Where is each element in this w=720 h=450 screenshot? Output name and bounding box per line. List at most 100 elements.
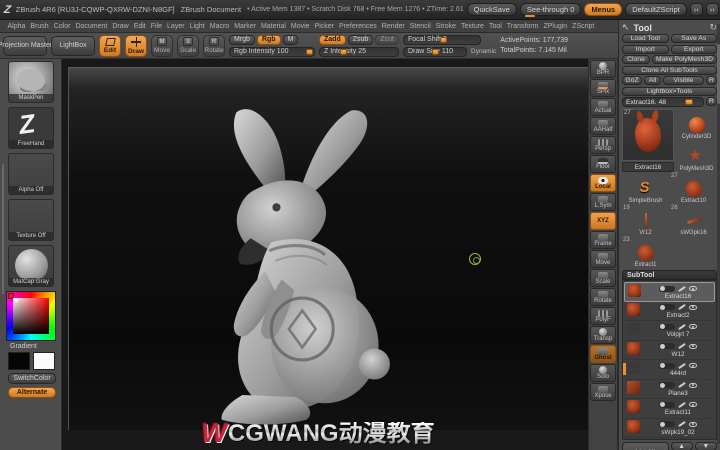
right-shelf-button[interactable]: Xpose: [590, 383, 616, 401]
subtool-thumbnail[interactable]: [627, 380, 640, 394]
menu-item[interactable]: Preferences: [337, 23, 380, 30]
right-shelf-button[interactable]: L.Sym: [590, 193, 616, 211]
move-mode-button[interactable]: M Move: [151, 34, 173, 57]
menu-item[interactable]: Draw: [110, 23, 131, 30]
scale-mode-button[interactable]: S Scale: [177, 34, 199, 57]
eye-icon[interactable]: [689, 324, 697, 329]
goz-button[interactable]: GoZ: [622, 76, 642, 85]
clone-button[interactable]: Clone: [622, 55, 650, 64]
m-button[interactable]: M: [282, 34, 299, 45]
menu-item[interactable]: Picker: [312, 23, 336, 30]
zbrush-document[interactable]: [68, 67, 588, 430]
right-shelf-button[interactable]: PolyF: [590, 307, 616, 325]
visibility-toggle[interactable]: [659, 323, 675, 330]
polypaint-brush-icon[interactable]: [678, 362, 686, 369]
zscript-next-button[interactable]: ››: [705, 3, 719, 16]
subtool-thumbnail[interactable]: [627, 419, 640, 433]
rgb-intensity-slider[interactable]: Rgb Intensity 100: [229, 46, 315, 57]
slider-handle[interactable]: [440, 36, 447, 43]
menu-item[interactable]: ZScript: [570, 23, 597, 30]
slider-handle[interactable]: [432, 48, 439, 55]
dynamic-label[interactable]: Dynamic: [471, 48, 496, 55]
edit-mode-button[interactable]: Edit: [99, 34, 121, 57]
eye-icon[interactable]: [689, 402, 697, 407]
mrgb-button[interactable]: Mrgb: [229, 34, 255, 45]
menu-item[interactable]: Marker: [232, 23, 259, 30]
active-tool-slider[interactable]: Extract16. 48: [622, 97, 704, 107]
make-polymesh3d-button[interactable]: Make PolyMesh3D: [652, 55, 717, 64]
default-zscript-button[interactable]: DefaultZScript: [625, 3, 687, 16]
draw-mode-button[interactable]: Draw: [125, 34, 147, 57]
menu-item[interactable]: Stencil: [407, 23, 433, 30]
tool-palette-item[interactable]: 26 sWGpk16: [670, 205, 717, 236]
rabbit-sculpt-model[interactable]: [169, 98, 419, 428]
tool-palette-item[interactable]: SimpleBrush: [622, 173, 669, 204]
subtool-thumbnail[interactable]: [627, 302, 640, 316]
menu-item[interactable]: Render: [379, 23, 407, 30]
document-canvas[interactable]: W CGWANG动漫教育: [62, 59, 588, 450]
menu-item[interactable]: ZPlugin: [541, 23, 570, 30]
subtool-thumbnail[interactable]: [627, 400, 640, 413]
eye-icon[interactable]: [689, 304, 697, 310]
rgb-button[interactable]: Rgb: [256, 34, 281, 45]
visibility-toggle[interactable]: [659, 304, 675, 310]
polypaint-brush-icon[interactable]: [678, 420, 686, 428]
right-shelf-button[interactable]: SPix: [590, 79, 616, 97]
clone-all-subtools-button[interactable]: Clone All SubTools: [622, 65, 717, 75]
menu-item[interactable]: File: [148, 23, 164, 30]
visibility-toggle[interactable]: [659, 343, 675, 349]
left-shelf-scrollbar[interactable]: [2, 164, 4, 294]
subtool-item[interactable]: 444rd: [623, 360, 715, 380]
right-shelf-button[interactable]: Scale: [590, 269, 616, 287]
select-down-button[interactable]: ▼: [694, 442, 717, 450]
goz-all-button[interactable]: All: [644, 76, 661, 85]
menu-item[interactable]: Alpha: [5, 23, 28, 30]
menu-item[interactable]: Brush: [28, 23, 51, 30]
right-shelf-button[interactable]: Rotate: [590, 288, 616, 306]
subtool-item[interactable]: Extract11: [624, 399, 715, 419]
tool-palette-item[interactable]: 27 Extract10: [670, 173, 717, 204]
polypaint-brush-icon[interactable]: [678, 381, 686, 389]
list-all-button[interactable]: List All: [622, 442, 669, 450]
right-shelf-button[interactable]: Move: [590, 250, 616, 268]
right-shelf-button[interactable]: AAHalf: [590, 117, 616, 135]
goz-visible-button[interactable]: Visible: [663, 76, 704, 85]
color-picker[interactable]: [6, 291, 56, 341]
subtool-item[interactable]: Extract16: [624, 282, 715, 302]
load-tool-button[interactable]: Load Tool: [622, 34, 669, 43]
tool-palette-item[interactable]: PolyMesh3D: [676, 141, 717, 172]
save-as-button[interactable]: Save As: [670, 34, 717, 43]
gradient-label[interactable]: Gradient: [10, 343, 61, 350]
tool-r-button[interactable]: R: [706, 97, 717, 106]
visibility-toggle[interactable]: [659, 382, 675, 388]
quicksave-button[interactable]: QuickSave: [466, 3, 517, 16]
projection-master-button[interactable]: Projection Master: [0, 35, 52, 56]
alternate-button[interactable]: Alternate: [8, 387, 56, 398]
active-tool-thumbnail[interactable]: 27: [622, 109, 674, 161]
secondary-color-swatch[interactable]: [33, 352, 55, 370]
menu-item[interactable]: Edit: [131, 23, 148, 30]
see-through-slider[interactable]: See-through 0: [519, 3, 582, 17]
z-intensity-slider[interactable]: Z Intensity 25: [319, 46, 399, 57]
right-shelf-button[interactable]: Local: [590, 174, 616, 192]
refresh-icon[interactable]: ↻: [709, 22, 717, 33]
color-picker-square[interactable]: [13, 298, 49, 334]
menu-item[interactable]: Movie: [288, 23, 312, 30]
subtool-item[interactable]: Plane3: [624, 380, 715, 399]
tool-palette-item[interactable]: 23 Extract1: [622, 237, 669, 268]
switchcolor-button[interactable]: SwitchColor: [8, 373, 56, 384]
right-shelf-button[interactable]: Actual: [590, 98, 616, 116]
import-button[interactable]: Import: [622, 44, 669, 54]
right-shelf-button[interactable]: Frame: [590, 231, 616, 249]
subtool-item[interactable]: sWpk19_02: [624, 419, 715, 438]
menu-item[interactable]: Color: [51, 23, 73, 30]
current-brush-thumbnail[interactable]: MaskPen: [8, 61, 54, 103]
goz-r-button[interactable]: R: [706, 76, 717, 85]
polypaint-brush-icon[interactable]: [678, 285, 686, 292]
subtool-thumbnail[interactable]: [627, 361, 640, 374]
subtool-section-header[interactable]: SubTool: [622, 270, 717, 280]
visibility-toggle[interactable]: [659, 421, 675, 427]
right-shelf-button[interactable]: Solo: [590, 364, 616, 382]
menu-item[interactable]: Stroke: [433, 23, 458, 30]
current-texture-thumbnail[interactable]: Texture Off: [8, 199, 54, 241]
